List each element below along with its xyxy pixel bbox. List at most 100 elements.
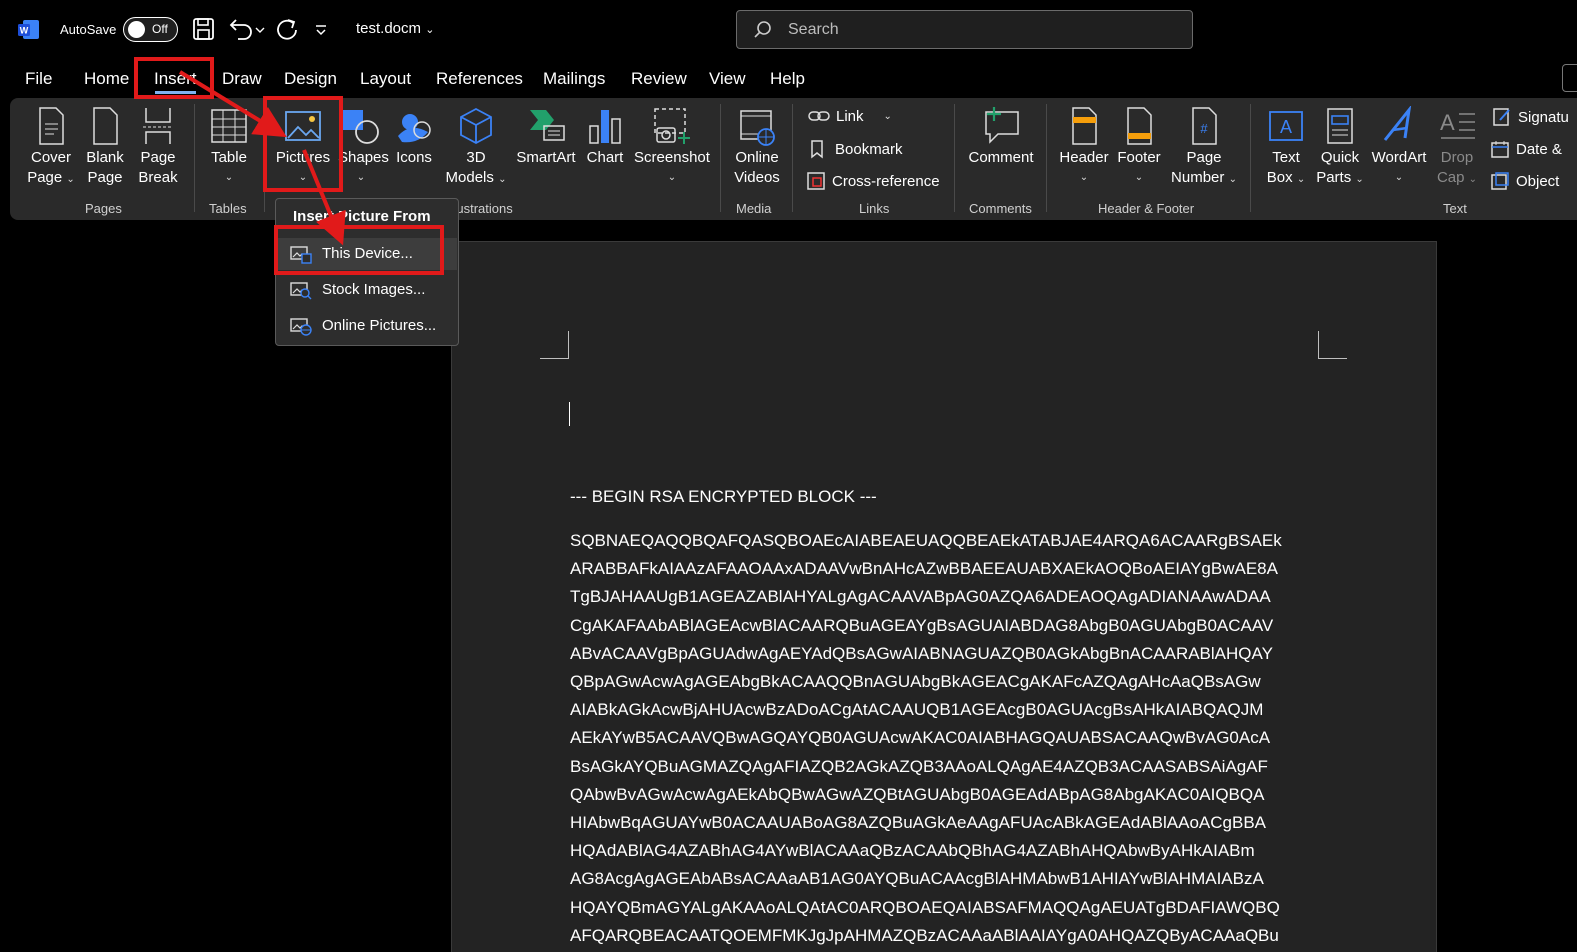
chevron-down-icon: ⌄ [1468, 174, 1478, 185]
bookmark-button[interactable]: Bookmark [808, 139, 903, 159]
blank-page-label-1: Blank [86, 149, 124, 166]
cross-reference-icon [807, 172, 825, 190]
chart-icon [589, 110, 621, 144]
document-line: HQAYQBmAGYALgAKAAoALQAtAC0ARQBOAEQAIABSA… [570, 897, 1280, 917]
chevron-down-icon: ⌄ [1228, 174, 1237, 185]
tab-view[interactable]: View [709, 69, 746, 89]
online-videos-button[interactable]: Online Videos [731, 106, 783, 188]
quick-parts-label-2: Parts [1316, 169, 1352, 186]
tab-references[interactable]: References [436, 69, 523, 89]
autosave-state: Off [152, 22, 168, 36]
menu-item-online-pictures[interactable]: Online Pictures... [277, 310, 457, 342]
online-videos-label-1: Online [735, 149, 779, 166]
shapes-button[interactable]: Shapes ⌄ [338, 106, 389, 188]
drop-cap-button[interactable]: A Drop Cap ⌄ [1434, 106, 1480, 190]
quick-parts-icon [1327, 108, 1353, 144]
autosave-toggle[interactable]: Off [123, 17, 178, 42]
redo-icon[interactable] [274, 16, 300, 42]
group-label-text: Text [1443, 201, 1467, 216]
chevron-down-icon: ⌄ [224, 172, 234, 183]
calendar-icon [1491, 141, 1509, 158]
document-filename[interactable]: test.docm ⌄ [356, 20, 434, 37]
screenshot-button[interactable]: Screenshot ⌄ [634, 106, 710, 188]
page-number-label-1: Page [1186, 149, 1222, 166]
cross-reference-label: Cross-reference [832, 172, 940, 190]
smartart-label: SmartArt [516, 149, 576, 166]
online-video-icon [740, 110, 775, 146]
document-line: AIABkAGkAcwBjAHUAcwBzADoACgAtACAAUQB1AGE… [570, 700, 1264, 720]
document-line: AEkAYwB5ACAAVQBwAGQAYQB0AGUAcwAKAC0AIABH… [570, 728, 1271, 748]
document-line: ABvACAAVgBpAGUAdwAgAEYAdQBsAGwAIABNAGUAZ… [570, 643, 1273, 663]
3d-models-button[interactable]: 3D Models ⌄ [442, 106, 510, 190]
chevron-down-icon: ⌄ [1394, 172, 1404, 183]
cover-page-button[interactable]: Cover Page ⌄ [27, 106, 75, 190]
search-box[interactable]: Search [736, 10, 1193, 49]
tab-design[interactable]: Design [284, 69, 337, 89]
blank-page-button[interactable]: Blank Page [83, 106, 127, 188]
table-button[interactable]: Table ⌄ [206, 106, 252, 188]
document-line: QBpAGwAcwAgAGEAbgBkACAAQQBnAGUAbgBkAGEAC… [570, 672, 1261, 692]
crop-mark-top-right [1318, 331, 1347, 359]
cross-reference-button[interactable]: Cross-reference [806, 171, 940, 191]
document-line: AFQARQBEACAATQOEMFMKJgJpAHMAZQBzACAAaABl… [570, 925, 1279, 945]
wordart-icon [1383, 106, 1412, 141]
group-label-header-footer: Header & Footer [1098, 201, 1195, 216]
comment-button[interactable]: Comment [965, 106, 1037, 168]
begin-marker: --- BEGIN RSA ENCRYPTED BLOCK --- [570, 487, 877, 506]
object-button[interactable]: Object [1490, 171, 1559, 191]
footer-button[interactable]: Footer ⌄ [1114, 106, 1164, 188]
blank-page-label-2: Page [87, 169, 123, 186]
comment-icon [985, 107, 1019, 144]
page-break-button[interactable]: Page Break [135, 106, 181, 188]
quick-parts-label-1: Quick [1320, 149, 1360, 166]
tab-mailings[interactable]: Mailings [543, 69, 605, 89]
blank-page-icon [93, 107, 118, 145]
share-button[interactable] [1562, 64, 1577, 92]
comment-label: Comment [968, 149, 1034, 166]
chart-button[interactable]: Chart [584, 106, 626, 168]
customize-toolbar-icon[interactable] [312, 16, 330, 42]
page-break-icon [143, 108, 173, 144]
signature-icon [1493, 108, 1510, 126]
document-line: ARABBAFkAIAAzAFAAOAAxADAAVwBnAHcAZwBBAEE… [570, 559, 1278, 579]
document-line: SQBNAEQAQQBQAFQASQBOAEcAIABEAEUAQQBEAEkA… [570, 531, 1282, 550]
title-bar: W AutoSave Off test.docm ⌄ Search [0, 0, 1577, 60]
table-label: Table [211, 149, 247, 166]
tab-help[interactable]: Help [770, 69, 805, 89]
link-icon [808, 111, 830, 121]
date-time-button[interactable]: Date & [1490, 139, 1562, 159]
ribbon-separator [1250, 104, 1251, 212]
ribbon-separator [1046, 104, 1047, 212]
group-label-media: Media [736, 201, 772, 216]
svg-text:A: A [1440, 110, 1455, 135]
tab-home[interactable]: Home [84, 69, 129, 89]
chevron-down-icon: ⌄ [1079, 172, 1089, 183]
annotation-box-pictures [263, 96, 343, 192]
quick-parts-button[interactable]: Quick Parts ⌄ [1316, 106, 1364, 190]
tab-review[interactable]: Review [631, 69, 687, 89]
icons-label: Icons [396, 149, 432, 166]
tab-layout[interactable]: Layout [360, 69, 411, 89]
tab-draw[interactable]: Draw [222, 69, 262, 89]
save-icon[interactable] [192, 16, 216, 42]
icons-button[interactable]: Icons [394, 106, 434, 168]
chevron-down-icon: ⌄ [1355, 174, 1364, 185]
link-button[interactable]: Link ⌄ [808, 107, 892, 125]
document-line: HQAdABlAG4AZABhAG4AYwBlACAAaQBzACAAbQBhA… [570, 841, 1255, 861]
screenshot-icon [654, 108, 690, 144]
wordart-button[interactable]: WordArt ⌄ [1368, 106, 1430, 188]
menu-item-stock-images[interactable]: Stock Images... [277, 274, 457, 306]
page-number-button[interactable]: # Page Number ⌄ [1168, 106, 1240, 190]
signature-line-button[interactable]: Signatu [1492, 107, 1569, 127]
document-line: AG8AcgAgAGEAbABsACAAaAB1AG0AYQBuACAAcgBl… [570, 869, 1264, 889]
svg-text:A: A [1280, 117, 1292, 137]
undo-icon[interactable] [226, 16, 268, 42]
header-button[interactable]: Header ⌄ [1058, 106, 1110, 188]
autosave-label: AutoSave [60, 22, 117, 37]
ribbon-separator [954, 104, 955, 212]
smartart-button[interactable]: SmartArt [513, 106, 579, 168]
tab-file[interactable]: File [25, 69, 52, 89]
text-box-button[interactable]: A Text Box ⌄ [1262, 106, 1310, 190]
chevron-down-icon: ⌄ [66, 174, 75, 185]
table-icon [211, 109, 247, 143]
